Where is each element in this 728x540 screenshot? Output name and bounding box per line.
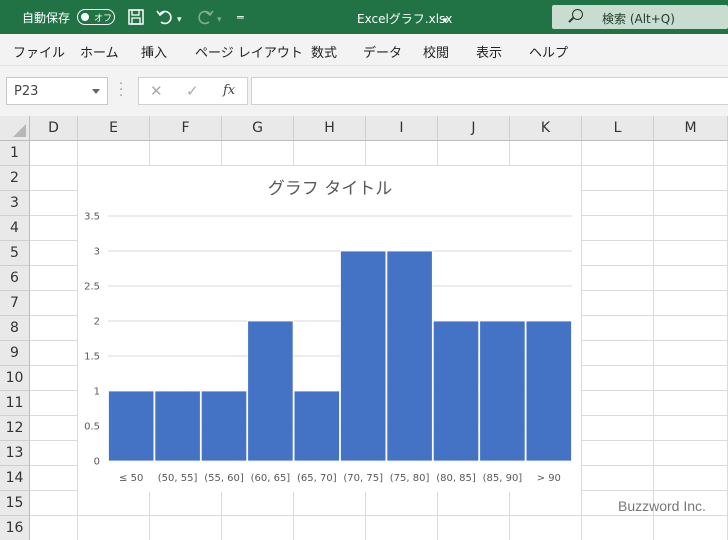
chart-canvas: グラフ タイトル 0 0.5 1 1.5 2 2.5 3 3.5 ≤ 50 (50, 55] (55,… [84, 179, 572, 484]
tab-formulas[interactable]: 数式 [311, 42, 337, 61]
x-tick-label: ≤ 50 [119, 473, 143, 484]
row-header-12[interactable]: 12 [0, 416, 30, 441]
x-tick-label: (80, 85] [436, 473, 476, 484]
bar [200, 390, 248, 462]
title-bar: 自動保存 オフ ▾ ▾ ═ Excelグラフ.xlsx ▾ 検索 (Alt+Q) [0, 0, 728, 34]
x-tick-label: (50, 55] [158, 473, 198, 484]
bar [386, 250, 433, 462]
name-box[interactable]: P23 [6, 77, 108, 105]
file-name[interactable]: Excelグラフ.xlsx [357, 10, 452, 27]
row-header-16[interactable]: 16 [0, 516, 30, 540]
formula-buttons: ✕ ✓ fx [138, 77, 248, 105]
column-header-f[interactable]: F [150, 116, 222, 141]
bar [154, 390, 201, 462]
formula-input[interactable] [251, 77, 728, 105]
chart-title: グラフ タイトル [268, 179, 392, 199]
grid-line [30, 515, 728, 516]
row-header-9[interactable]: 9 [0, 341, 30, 366]
tab-review[interactable]: 校閲 [423, 42, 449, 61]
column-header-g[interactable]: G [222, 116, 294, 141]
y-tick-label: 0.5 [84, 422, 100, 433]
autosave-state: オフ [94, 14, 113, 24]
y-tick-label: 3.5 [84, 212, 100, 223]
search-box[interactable]: 検索 (Alt+Q) [552, 5, 728, 29]
formula-bar: P23 · · · ✕ ✓ fx [0, 66, 728, 116]
column-header-l[interactable]: L [582, 116, 654, 141]
y-tick-label: 3 [94, 247, 100, 258]
autosave-toggle[interactable]: オフ [77, 9, 115, 25]
enter-icon[interactable]: ✓ [186, 82, 199, 100]
bar [525, 320, 572, 462]
save-icon[interactable] [127, 8, 145, 31]
row-header-8[interactable]: 8 [0, 316, 30, 341]
tab-view[interactable]: 表示 [476, 42, 502, 61]
redo-dropdown-icon[interactable]: ▾ [217, 11, 222, 29]
row-header-13[interactable]: 13 [0, 441, 30, 466]
tab-help[interactable]: ヘルプ [529, 42, 568, 61]
select-all-button[interactable] [0, 116, 30, 141]
row-header-3[interactable]: 3 [0, 191, 30, 216]
column-header-e[interactable]: E [78, 116, 150, 141]
column-header-k[interactable]: K [510, 116, 582, 141]
column-header-i[interactable]: I [366, 116, 438, 141]
customize-toolbar-icon[interactable]: ═ [237, 9, 244, 27]
row-header-14[interactable]: 14 [0, 466, 30, 491]
chevron-down-icon[interactable] [92, 89, 100, 94]
tab-data[interactable]: データ [363, 42, 402, 61]
cancel-icon[interactable]: ✕ [150, 82, 163, 100]
x-tick-label: (75, 80] [390, 473, 430, 484]
bar [340, 250, 387, 462]
undo-icon[interactable] [156, 8, 174, 31]
insert-function-icon[interactable]: fx [223, 83, 235, 98]
x-tick-label: (85, 90] [483, 473, 523, 484]
x-tick-label: (55, 60] [204, 473, 244, 484]
bar [108, 390, 155, 462]
tab-page-layout[interactable]: ページ レイアウト [195, 42, 303, 61]
row-header-4[interactable]: 4 [0, 216, 30, 241]
x-tick-label: (60, 65] [251, 473, 291, 484]
y-tick-label: 2.5 [84, 282, 100, 293]
row-header-11[interactable]: 11 [0, 391, 30, 416]
tab-insert[interactable]: 挿入 [141, 42, 167, 61]
y-tick-label: 1 [94, 387, 100, 398]
bar [479, 320, 526, 462]
bar [432, 320, 480, 462]
more-vertical-icon: · · · [119, 77, 124, 104]
column-header-m[interactable]: M [654, 116, 728, 141]
column-header-d[interactable]: D [30, 116, 78, 141]
ribbon-tabs: ファイル ホーム 挿入 ページ レイアウト 数式 データ 校閲 表示 ヘルプ [0, 34, 728, 66]
row-header-6[interactable]: 6 [0, 266, 30, 291]
x-tick-label: > 90 [537, 473, 561, 484]
row-header-5[interactable]: 5 [0, 241, 30, 266]
search-label: 検索 (Alt+Q) [602, 12, 675, 26]
row-header-2[interactable]: 2 [0, 166, 30, 191]
watermark: Buzzword Inc. [618, 498, 706, 514]
histogram-chart[interactable]: グラフ タイトル 0 0.5 1 1.5 2 2.5 3 3.5 ≤ 50 (50, 55] (55,… [78, 166, 581, 492]
y-tick-label: 1.5 [84, 352, 100, 363]
redo-icon[interactable] [196, 8, 214, 31]
row-header-10[interactable]: 10 [0, 366, 30, 391]
column-header-j[interactable]: J [438, 116, 510, 141]
filename-dropdown-icon[interactable]: ▾ [443, 12, 448, 30]
x-tick-label: (70, 75] [343, 473, 383, 484]
x-tick-label: (65, 70] [297, 473, 337, 484]
bar [247, 320, 294, 462]
search-icon [572, 9, 583, 20]
tab-file[interactable]: ファイル [13, 42, 65, 61]
undo-dropdown-icon[interactable]: ▾ [177, 11, 182, 29]
row-header-7[interactable]: 7 [0, 291, 30, 316]
toggle-knob [81, 12, 89, 21]
y-tick-label: 2 [94, 317, 100, 328]
autosave-label: 自動保存 [22, 11, 71, 25]
name-box-value: P23 [14, 84, 39, 99]
row-header-15[interactable]: 15 [0, 491, 30, 516]
column-header-h[interactable]: H [294, 116, 366, 141]
bar [293, 390, 340, 462]
y-tick-label: 0 [94, 457, 100, 468]
row-header-1[interactable]: 1 [0, 141, 30, 166]
tab-home[interactable]: ホーム [80, 42, 119, 61]
